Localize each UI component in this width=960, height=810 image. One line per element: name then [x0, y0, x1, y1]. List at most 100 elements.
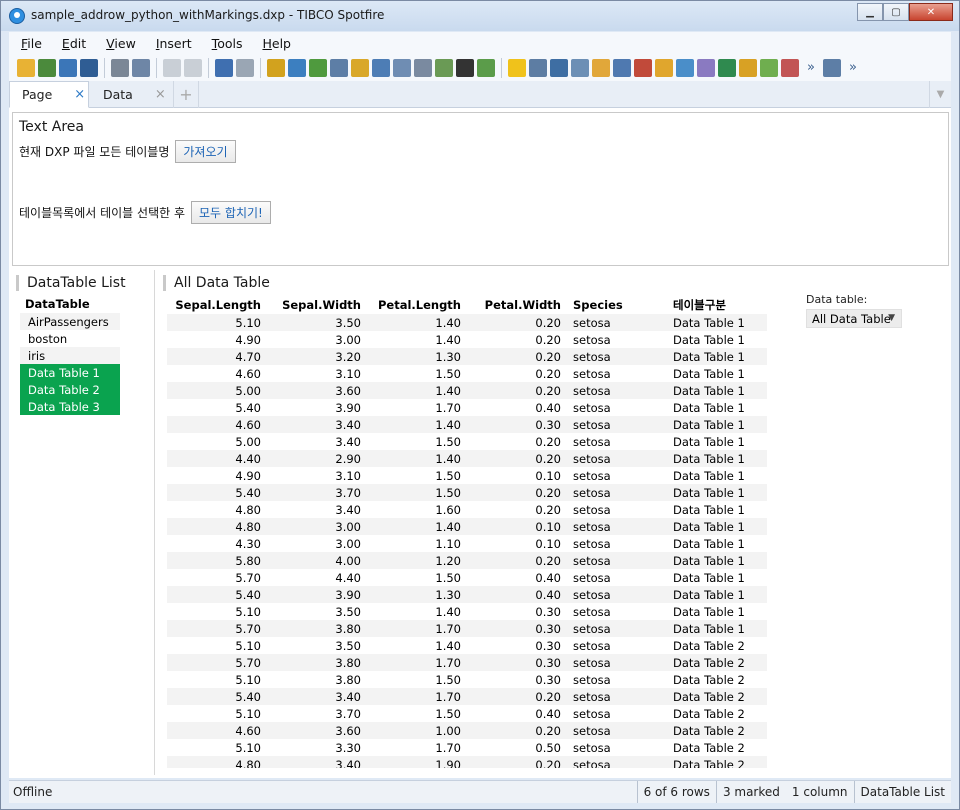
table-row[interactable]: 5.10 3.30 1.70 0.50 setosa Data Table 2	[167, 739, 767, 756]
pie-chart-icon[interactable]	[655, 58, 673, 77]
redo-icon[interactable]	[236, 58, 254, 77]
parallel-coordinates-icon[interactable]	[781, 58, 799, 77]
reset-icon[interactable]	[267, 58, 285, 77]
close-window-button[interactable]: ✕	[909, 3, 953, 21]
print-icon[interactable]	[111, 58, 129, 77]
add-data-icon[interactable]	[38, 58, 56, 77]
merge-all-button[interactable]: 모두 합치기!	[191, 201, 271, 224]
menu-edit[interactable]: Edit	[50, 36, 94, 51]
tab-page[interactable]: Page ×	[9, 81, 89, 108]
table-row[interactable]: 4.70 3.20 1.30 0.20 setosa Data Table 1	[167, 348, 767, 365]
table-row[interactable]: 4.90 3.00 1.40 0.20 setosa Data Table 1	[167, 331, 767, 348]
cross-table-icon[interactable]	[550, 58, 568, 77]
menu-file[interactable]: File	[9, 36, 50, 51]
list-item[interactable]: boston	[20, 330, 120, 347]
list-item-marked[interactable]: Data Table 2	[20, 381, 120, 398]
maximize-button[interactable]: ▢	[883, 3, 909, 21]
toolbar-overflow-icon[interactable]: »	[802, 59, 820, 77]
list-item-marked[interactable]: Data Table 3	[20, 398, 120, 415]
filter-icon[interactable]	[288, 58, 306, 77]
details-icon[interactable]	[309, 58, 327, 77]
treemap-icon[interactable]	[739, 58, 757, 77]
color-scheme-icon[interactable]	[456, 58, 474, 77]
data-table-scroll-area[interactable]: Sepal.Length Sepal.Width Petal.Length Pe…	[167, 296, 769, 768]
scatter-plot-icon[interactable]	[676, 58, 694, 77]
table-row[interactable]: 5.10 3.80 1.50 0.30 setosa Data Table 2	[167, 671, 767, 688]
line-chart-icon[interactable]	[613, 58, 631, 77]
column-header[interactable]: Sepal.Width	[267, 296, 367, 314]
collaboration-icon[interactable]	[414, 58, 432, 77]
tag-icon[interactable]	[351, 58, 369, 77]
get-tables-button[interactable]: 가져오기	[175, 140, 236, 163]
recommendations-lightbulb-icon[interactable]	[508, 58, 526, 77]
toolbar-overflow-right-icon[interactable]: »	[844, 59, 862, 77]
table-row[interactable]: 5.00 3.60 1.40 0.20 setosa Data Table 1	[167, 382, 767, 399]
reload-data-icon[interactable]	[59, 58, 77, 77]
bar-chart-icon[interactable]	[592, 58, 610, 77]
column-header[interactable]: Species	[567, 296, 667, 314]
list-item[interactable]: AirPassengers	[20, 313, 120, 330]
graphical-table-icon[interactable]	[571, 58, 589, 77]
table-cell: Data Table 2	[673, 706, 745, 721]
export-icon[interactable]	[132, 58, 150, 77]
table-icon[interactable]	[529, 58, 547, 77]
close-tab-icon[interactable]: ×	[155, 87, 166, 102]
menu-view[interactable]: View	[94, 36, 144, 51]
table-row[interactable]: 5.40 3.40 1.70 0.20 setosa Data Table 2	[167, 688, 767, 705]
bookmark-icon[interactable]	[330, 58, 348, 77]
minimize-button[interactable]: ▁	[857, 3, 883, 21]
lists-icon[interactable]	[372, 58, 390, 77]
list-item[interactable]: iris	[20, 347, 120, 364]
table-row[interactable]: 5.10 3.50 1.40 0.20 setosa Data Table 1	[167, 314, 767, 331]
table-row[interactable]: 5.40 3.90 1.70 0.40 setosa Data Table 1	[167, 399, 767, 416]
table-row[interactable]: 4.40 2.90 1.40 0.20 setosa Data Table 1	[167, 450, 767, 467]
table-row[interactable]: 4.60 3.10 1.50 0.20 setosa Data Table 1	[167, 365, 767, 382]
table-row[interactable]: 4.80 3.40 1.90 0.20 setosa Data Table 2	[167, 756, 767, 768]
table-row[interactable]: 5.10 3.50 1.40 0.30 setosa Data Table 2	[167, 637, 767, 654]
table-row[interactable]: 5.80 4.00 1.20 0.20 setosa Data Table 1	[167, 552, 767, 569]
table-row[interactable]: 5.70 3.80 1.70 0.30 setosa Data Table 2	[167, 654, 767, 671]
new-visualization-icon[interactable]	[477, 58, 495, 77]
table-row[interactable]: 5.10 3.70 1.50 0.40 setosa Data Table 2	[167, 705, 767, 722]
pages-icon[interactable]	[393, 58, 411, 77]
column-header[interactable]: Petal.Length	[367, 296, 467, 314]
table-row[interactable]: 5.70 3.80 1.70 0.30 setosa Data Table 1	[167, 620, 767, 637]
table-row[interactable]: 5.40 3.90 1.30 0.40 setosa Data Table 1	[167, 586, 767, 603]
table-row[interactable]: 5.10 3.50 1.40 0.30 setosa Data Table 1	[167, 603, 767, 620]
combination-chart-icon[interactable]	[634, 58, 652, 77]
tab-data[interactable]: Data ×	[91, 81, 171, 108]
add-page-button[interactable]: +	[173, 81, 199, 108]
menu-help[interactable]: Help	[250, 36, 299, 51]
column-header[interactable]: Sepal.Length	[167, 296, 267, 314]
table-row[interactable]: 5.70 4.40 1.50 0.40 setosa Data Table 1	[167, 569, 767, 586]
column-header[interactable]: Petal.Width	[467, 296, 567, 314]
close-tab-icon[interactable]: ×	[74, 87, 85, 102]
save-icon[interactable]	[80, 58, 98, 77]
table-row[interactable]: 4.60 3.40 1.40 0.30 setosa Data Table 1	[167, 416, 767, 433]
paste-icon[interactable]	[184, 58, 202, 77]
table-row[interactable]: 4.30 3.00 1.10 0.10 setosa Data Table 1	[167, 535, 767, 552]
list-item-marked[interactable]: Data Table 1	[20, 364, 120, 381]
table-row[interactable]: 5.40 3.70 1.50 0.20 setosa Data Table 1	[167, 484, 767, 501]
table-row[interactable]: 5.00 3.40 1.50 0.20 setosa Data Table 1	[167, 433, 767, 450]
copy-icon[interactable]	[163, 58, 181, 77]
3d-scatter-icon[interactable]	[697, 58, 715, 77]
menu-tools[interactable]: Tools	[200, 36, 251, 51]
table-row[interactable]: 4.80 3.00 1.40 0.10 setosa Data Table 1	[167, 518, 767, 535]
heat-map-icon[interactable]	[760, 58, 778, 77]
data-panel-icon[interactable]	[435, 58, 453, 77]
status-offline: Offline	[13, 785, 53, 799]
data-table-selector[interactable]: All Data Table ▼	[806, 309, 902, 328]
map-chart-icon[interactable]	[718, 58, 736, 77]
table-row[interactable]: 4.80 3.40 1.60 0.20 setosa Data Table 1	[167, 501, 767, 518]
undo-icon[interactable]	[215, 58, 233, 77]
table-row[interactable]: 4.60 3.60 1.00 0.20 setosa Data Table 2	[167, 722, 767, 739]
open-folder-icon[interactable]	[17, 58, 35, 77]
table-cell: 0.40	[535, 706, 561, 721]
gear-icon[interactable]	[823, 58, 841, 77]
page-list-dropdown-icon[interactable]: ▼	[929, 81, 951, 108]
menu-insert[interactable]: Insert	[144, 36, 200, 51]
table-cell: 0.20	[535, 502, 561, 517]
column-header[interactable]: 테이블구분	[667, 296, 767, 314]
table-row[interactable]: 4.90 3.10 1.50 0.10 setosa Data Table 1	[167, 467, 767, 484]
